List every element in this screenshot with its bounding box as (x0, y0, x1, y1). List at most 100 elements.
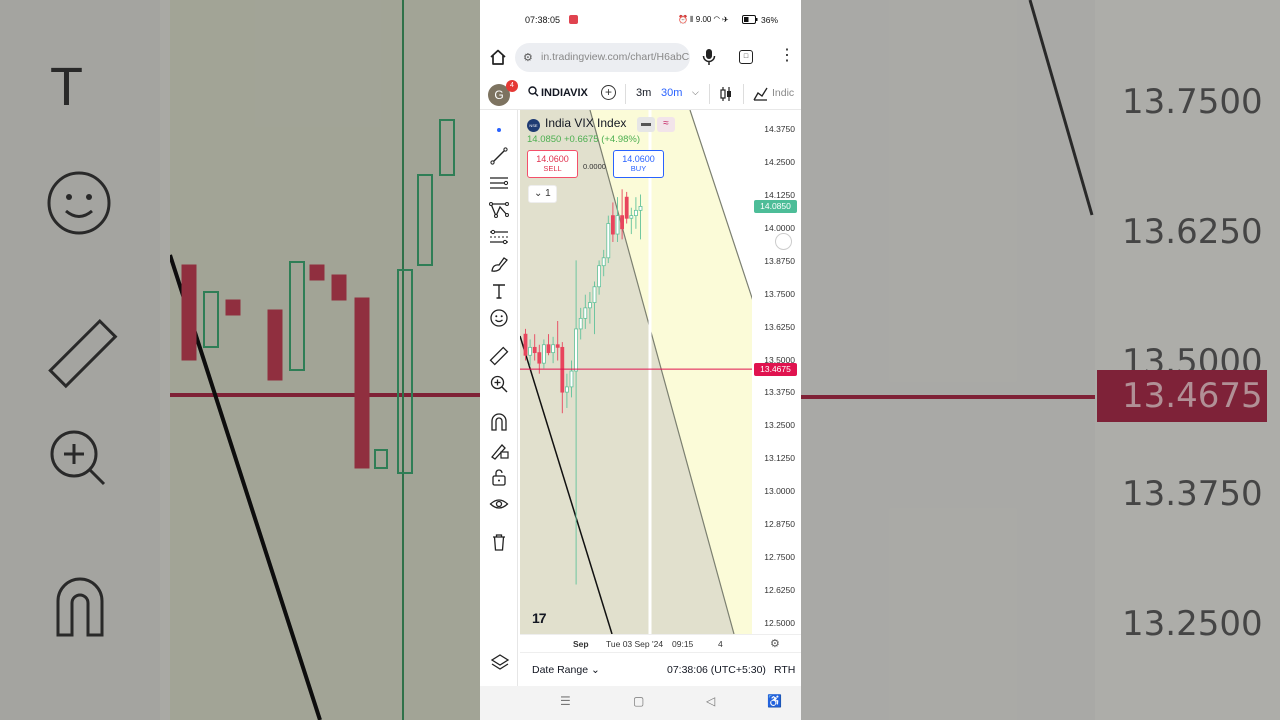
more-menu-icon[interactable]: ⋮ (779, 48, 795, 64)
legend-wave-icon[interactable]: ≈ (657, 117, 675, 132)
recents-icon[interactable]: ☰ (560, 694, 571, 708)
trash-icon[interactable] (489, 532, 509, 552)
eye-icon[interactable] (489, 494, 509, 514)
home-icon[interactable] (489, 48, 507, 66)
symbol-title[interactable]: India VIX Index (545, 116, 626, 130)
symbol-name: INDIAVIX (541, 87, 588, 99)
chevron-down-icon: ⌄ (534, 188, 543, 199)
candle-body (615, 215, 620, 235)
zoom-in-icon[interactable] (489, 374, 509, 394)
legend-minimize-button[interactable]: ▬ (637, 117, 655, 132)
tradingview-header: G 4 INDIAVIX + 3m 30m ⌵ Indic (480, 78, 801, 110)
price-tick: 13.3750 (764, 387, 795, 398)
price-tick: 13.2500 (764, 420, 795, 431)
battery-icon (742, 15, 758, 24)
candle-body (611, 215, 615, 235)
buy-label: BUY (630, 164, 647, 173)
time-axis[interactable]: Sep Tue 03 Sep '24 09:15 4 ⚙ (520, 634, 801, 652)
indicator-count: 1 (545, 188, 551, 199)
collapse-indicators-button[interactable]: ⌄ 1 (528, 185, 557, 203)
tab-switcher-button[interactable]: □ (739, 50, 753, 64)
crosshair-dot-icon[interactable] (489, 120, 509, 140)
url-text: in.tradingview.com/chart/H6abC (541, 51, 690, 63)
unlock-icon[interactable] (489, 467, 509, 487)
candle-body (601, 257, 606, 267)
candle-body (597, 265, 601, 288)
price-tick: 14.1250 (764, 189, 795, 200)
interval-3m-button[interactable]: 3m (636, 87, 651, 99)
price-tick: 13.8750 (764, 255, 795, 266)
accessibility-icon[interactable]: ♿ (767, 694, 782, 708)
search-icon (528, 86, 539, 97)
interval-30m-button[interactable]: 30m (661, 87, 682, 99)
sell-button[interactable]: 14.0600 SELL (527, 150, 578, 178)
session-button[interactable]: RTH (774, 664, 795, 676)
divider (743, 84, 744, 104)
magnet-icon[interactable] (489, 412, 509, 432)
time-tick: Sep (573, 639, 589, 649)
drawing-toolbar (480, 110, 518, 686)
candle-body (634, 209, 638, 217)
candle-body (528, 346, 533, 356)
time-tick: Tue 03 Sep '24 (606, 639, 664, 649)
layers-icon[interactable] (490, 652, 510, 672)
microphone-icon[interactable] (702, 48, 716, 66)
price-tick: 14.3750 (764, 124, 795, 134)
compare-symbol-button[interactable]: + (601, 85, 616, 100)
price-tick: 12.6250 (764, 585, 795, 596)
spread-value: 0.0000 (583, 162, 606, 171)
candle-body (565, 386, 569, 393)
status-icons: ⏰ ⫴ 9.00 ◠ ✈ (678, 15, 729, 24)
home-nav-icon[interactable]: ▢ (633, 694, 644, 708)
last-price-label: 14.0850 (754, 200, 797, 214)
candle-body (523, 333, 528, 356)
notification-badge: 4 (506, 80, 518, 92)
candle-body (574, 328, 578, 372)
trend-line-icon[interactable] (489, 146, 509, 166)
price-tick: 13.1250 (764, 453, 795, 464)
price-axis[interactable]: 14.3750 14.2500 14.1250 14.0000 13.8750 13.75… (752, 110, 801, 634)
brush-tool-icon[interactable] (489, 254, 509, 274)
divider (625, 84, 626, 104)
candle-body (638, 206, 643, 211)
buy-button[interactable]: 14.0600 BUY (613, 150, 664, 178)
axis-plus-circle-icon[interactable] (775, 233, 792, 250)
candle-body (569, 370, 574, 388)
candle-body (551, 344, 556, 354)
buy-price: 14.0600 (622, 154, 655, 164)
url-bar[interactable]: ⚙ in.tradingview.com/chart/H6abC (515, 43, 690, 72)
date-range-button[interactable]: Date Range ⌄ (532, 664, 600, 676)
prediction-tool-icon[interactable] (489, 227, 509, 247)
back-icon[interactable]: ◁ (706, 694, 715, 708)
text-tool-icon[interactable] (489, 281, 509, 301)
browser-url-row: ⚙ in.tradingview.com/chart/H6abC □ ⋮ (480, 40, 801, 76)
indicators-button[interactable]: Indic (772, 87, 794, 99)
time-tick: 4 (718, 639, 723, 649)
price-tick: 13.7500 (764, 288, 795, 299)
symbol-logo-icon: NSE (527, 119, 540, 132)
ruler-icon[interactable] (489, 346, 509, 366)
site-settings-icon[interactable]: ⚙ (523, 51, 533, 64)
candle-body (532, 346, 537, 354)
gear-icon[interactable]: ⚙ (770, 637, 780, 650)
status-bar: 07:38:05 ⏰ ⫴ 9.00 ◠ ✈ 36% (480, 0, 801, 40)
candle-body (555, 344, 560, 348)
chevron-down-icon[interactable]: ⌵ (692, 87, 699, 98)
indicators-icon[interactable] (753, 86, 768, 101)
screen-record-icon (569, 15, 578, 24)
fib-retracement-icon[interactable] (489, 173, 509, 193)
candle-body (560, 346, 565, 393)
candle-body (537, 352, 542, 364)
horizontal-line-price-label[interactable]: 13.4675 (754, 363, 797, 377)
emoji-icon[interactable] (489, 308, 509, 328)
timezone-clock[interactable]: 07:38:06 (UTC+5:30) (667, 664, 766, 676)
sell-label: SELL (543, 164, 562, 173)
lock-drawing-icon[interactable] (489, 440, 509, 460)
symbol-search-button[interactable]: INDIAVIX (528, 86, 588, 99)
tradingview-logo: 17 (532, 610, 547, 626)
candle-body (620, 215, 624, 230)
android-nav-bar: ☰ ▢ ◁ ♿ (480, 686, 801, 720)
pattern-tool-icon[interactable] (489, 200, 509, 220)
legend-price-change: 14.0850 +0.6675 (+4.98%) (527, 134, 641, 145)
candlestick-type-icon[interactable] (719, 86, 733, 102)
